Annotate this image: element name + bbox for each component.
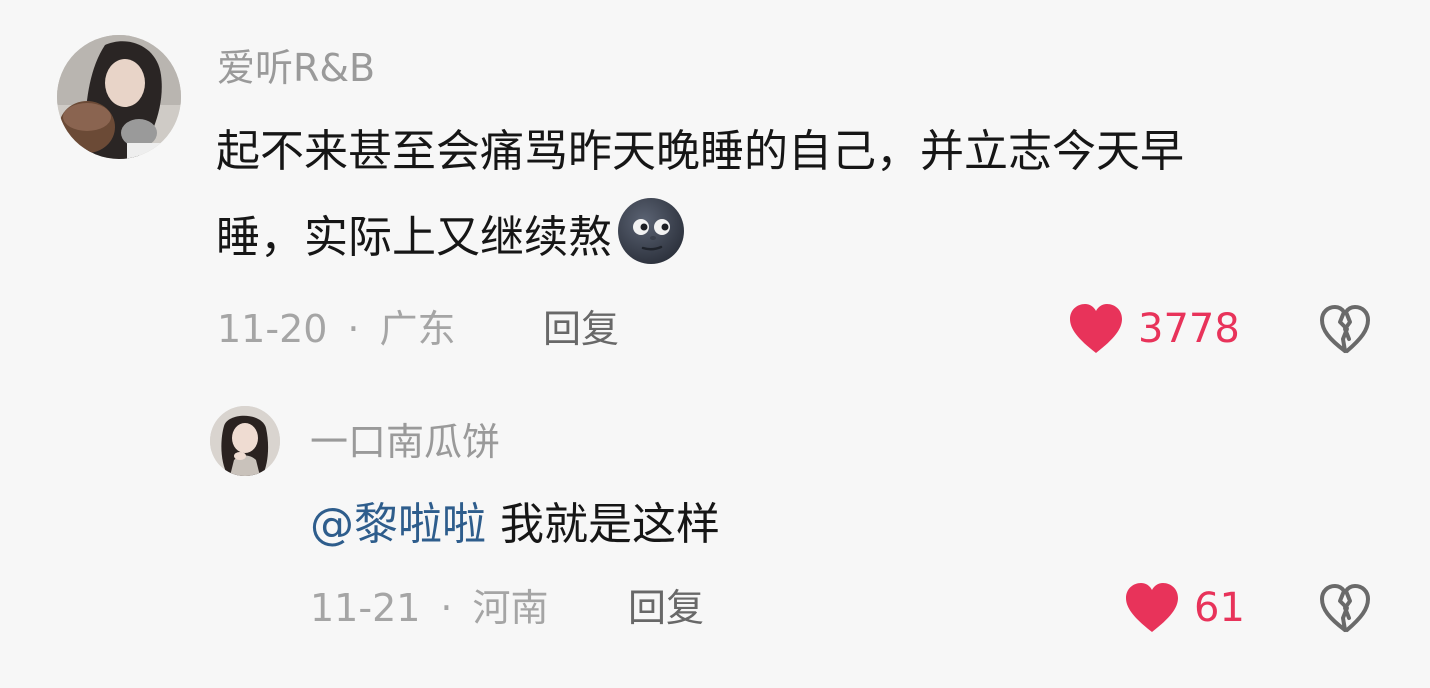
avatar-photo xyxy=(57,35,181,159)
comment-text-line1: 起不来甚至会痛骂昨天晚睡的自己，并立志今天早 xyxy=(216,126,1184,177)
reply-location: 河南 xyxy=(472,586,549,630)
reply-avatar[interactable] xyxy=(210,406,280,476)
like-count: 3778 xyxy=(1138,306,1240,352)
reply-meta: 11-21 · 河南 xyxy=(310,589,549,627)
reply-date: 11-21 xyxy=(310,586,421,630)
reply-dislike-button[interactable] xyxy=(1318,582,1372,634)
comment-text-continued: 睡，实际上又继续熬 xyxy=(216,195,686,281)
comment-location: 广东 xyxy=(379,307,456,351)
meta-separator: · xyxy=(440,586,453,630)
reply-text: @黎啦啦 我就是这样 xyxy=(310,482,720,568)
meta-separator: · xyxy=(347,307,360,351)
comment-username[interactable]: 爱听R&B xyxy=(217,49,375,87)
reply-like-count: 61 xyxy=(1194,585,1245,631)
comment-date: 11-20 xyxy=(217,307,328,351)
new-moon-face-icon xyxy=(616,196,686,266)
comment-text-line2: 睡，实际上又继续熬 xyxy=(216,212,612,263)
comment-meta: 11-20 · 广东 xyxy=(217,310,456,348)
reply-like-button[interactable]: 61 xyxy=(1124,582,1245,634)
like-button[interactable]: 3778 xyxy=(1068,303,1240,355)
reply-text-body: 我就是这样 xyxy=(486,499,720,550)
reply-username[interactable]: 一口南瓜饼 xyxy=(310,423,500,461)
avatar-photo xyxy=(210,406,280,476)
comment-text: 起不来甚至会痛骂昨天晚睡的自己，并立志今天早 xyxy=(216,109,1184,195)
avatar[interactable] xyxy=(57,35,181,159)
broken-heart-icon xyxy=(1320,305,1370,353)
dislike-button[interactable] xyxy=(1318,303,1372,355)
heart-icon xyxy=(1070,304,1122,353)
mention-link[interactable]: @黎啦啦 xyxy=(310,499,486,550)
reply-button[interactable]: 回复 xyxy=(543,310,619,348)
heart-icon xyxy=(1126,583,1178,632)
reply-reply-button[interactable]: 回复 xyxy=(628,589,704,627)
broken-heart-icon xyxy=(1320,584,1370,632)
